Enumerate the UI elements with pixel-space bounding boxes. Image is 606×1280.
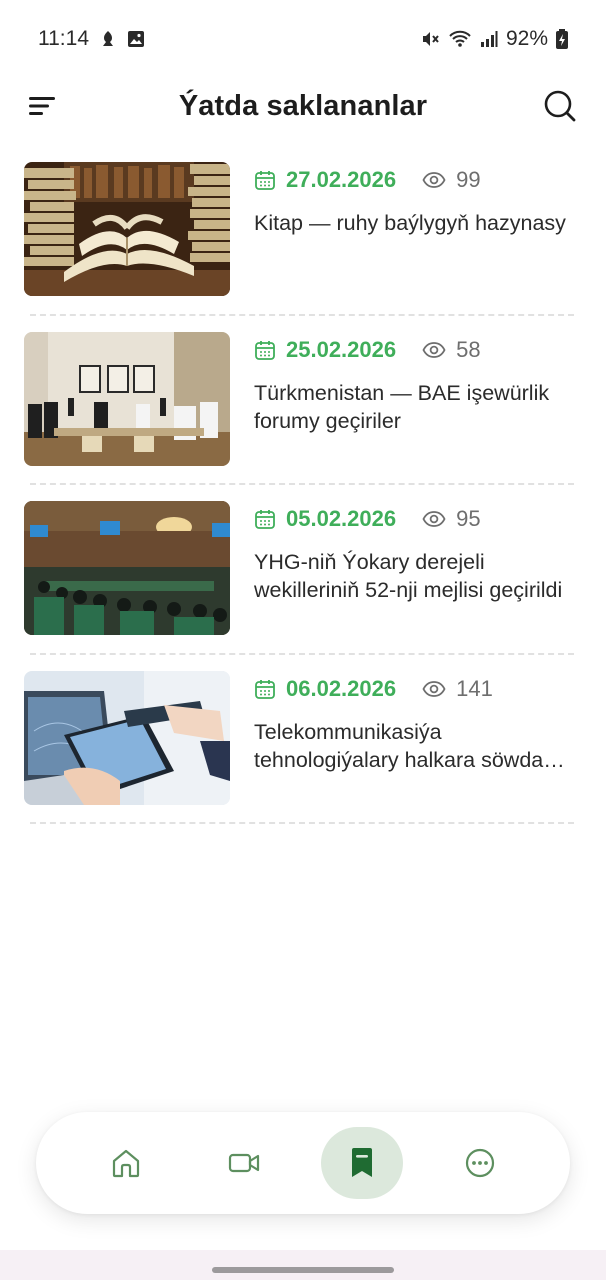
news-meta: 27.02.2026 99 — [254, 167, 582, 193]
battery-percentage: 92% — [505, 27, 548, 50]
gallery-icon — [127, 30, 145, 48]
saved-news-list: 27.02.2026 99 Kitap — ruhy baýlygyň hazy… — [24, 162, 582, 840]
app-header: Ýatda saklananlar — [0, 78, 606, 134]
news-views-count: 99 — [456, 167, 481, 192]
news-item[interactable]: 06.02.2026 141 Telekommunikasiýa tehnolo… — [24, 670, 582, 841]
gesture-handle[interactable] — [212, 1267, 394, 1273]
eye-icon — [422, 172, 446, 188]
news-date-text: 05.02.2026 — [286, 506, 397, 531]
eye-icon — [422, 511, 446, 527]
menu-button[interactable] — [26, 90, 58, 122]
news-title[interactable]: YHG-niň Ýokary derejeli wekilleriniň 52-… — [254, 548, 582, 604]
system-gesture-bar — [0, 1250, 606, 1280]
news-title[interactable]: Telekommunikasiýa tehnologiýalary halkar… — [254, 718, 582, 774]
news-views-count: 95 — [456, 506, 481, 531]
eye-icon — [422, 680, 446, 697]
status-bar: 11:14 92% — [0, 0, 606, 78]
news-thumbnail — [24, 331, 230, 466]
eye-icon — [422, 341, 446, 358]
news-date-text: 06.02.2026 — [286, 675, 397, 701]
nav-home[interactable] — [85, 1127, 167, 1199]
news-title[interactable]: Türkmenistan — BAE işewürlik forumy geçi… — [254, 379, 582, 435]
news-meta: 25.02.2026 58 — [254, 337, 582, 363]
news-date-text: 25.02.2026 — [286, 336, 397, 362]
news-item[interactable]: 25.02.2026 58 Türkmenistan — BAE işewürl… — [24, 331, 582, 502]
news-date: 06.02.2026 — [254, 676, 396, 702]
video-icon — [228, 1153, 260, 1173]
news-views: 58 — [422, 336, 481, 363]
page-title: Ýatda saklananlar — [178, 89, 428, 122]
calendar-icon — [255, 510, 275, 529]
news-body: 27.02.2026 99 Kitap — ruhy baýlygyň hazy… — [254, 162, 582, 332]
news-thumbnail — [24, 501, 230, 635]
calendar-icon — [255, 340, 275, 360]
calendar-icon — [255, 679, 275, 699]
calendar-icon — [255, 171, 275, 190]
news-body: 05.02.2026 95 YHG-niň Ýokary derejeli we… — [254, 501, 582, 671]
news-meta: 06.02.2026 141 — [254, 676, 582, 702]
news-body: 06.02.2026 141 Telekommunikasiýa tehnolo… — [254, 671, 582, 841]
news-date: 25.02.2026 — [254, 337, 396, 363]
news-item[interactable]: 05.02.2026 95 YHG-niň Ýokary derejeli we… — [24, 501, 582, 671]
signal-icon — [480, 30, 498, 48]
battery-charging-icon — [556, 29, 568, 49]
more-icon — [465, 1148, 495, 1178]
mute-icon — [420, 29, 440, 49]
nav-more[interactable] — [439, 1127, 521, 1199]
news-meta: 05.02.2026 95 — [254, 506, 582, 532]
status-time: 11:14 — [38, 27, 89, 50]
news-date: 05.02.2026 — [254, 506, 396, 532]
news-thumbnail — [24, 162, 230, 296]
bottom-nav — [36, 1112, 570, 1214]
news-views-count: 58 — [456, 336, 481, 362]
menu-icon — [29, 97, 55, 115]
bookmark-icon — [352, 1148, 372, 1177]
news-thumbnail — [24, 670, 230, 805]
wifi-icon — [448, 29, 472, 49]
nav-video[interactable] — [203, 1127, 285, 1199]
news-title[interactable]: Kitap — ruhy baýlygyň hazynasy — [254, 209, 582, 237]
news-views-count: 141 — [456, 675, 493, 701]
nav-saved[interactable] — [321, 1127, 403, 1199]
news-body: 25.02.2026 58 Türkmenistan — BAE işewürl… — [254, 332, 582, 502]
search-icon — [544, 90, 576, 122]
notification-app-icon — [99, 29, 117, 49]
search-button[interactable] — [542, 88, 578, 124]
news-views: 99 — [422, 167, 481, 193]
news-date: 27.02.2026 — [254, 167, 396, 193]
news-date-text: 27.02.2026 — [286, 167, 397, 192]
news-views: 141 — [422, 676, 493, 702]
news-views: 95 — [422, 506, 481, 532]
home-icon — [112, 1149, 140, 1178]
news-item[interactable]: 27.02.2026 99 Kitap — ruhy baýlygyň hazy… — [24, 162, 582, 332]
